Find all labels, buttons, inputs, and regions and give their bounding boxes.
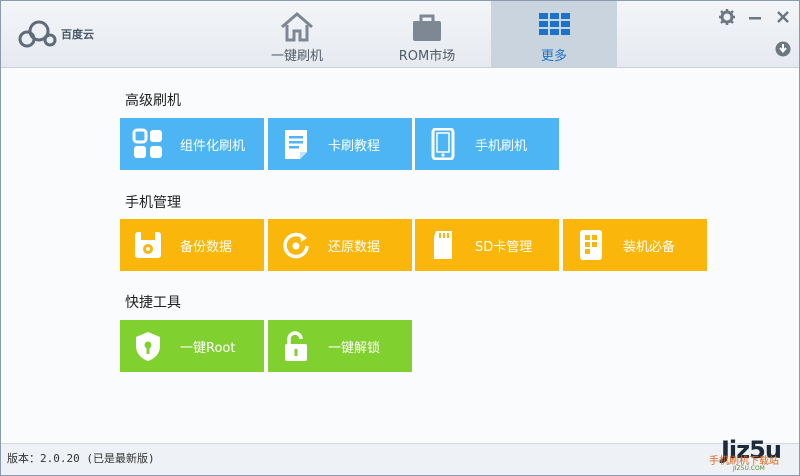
unlock-icon	[285, 331, 307, 361]
one-click-unlock-button[interactable]: 一键解锁	[268, 320, 412, 372]
tab-more[interactable]: 更多	[491, 1, 617, 67]
phone-flash-button[interactable]: 手机刷机	[415, 118, 559, 170]
app-window: 百度云 一键刷机 ROM市场 更多 高级刷机 组件化刷机 卡刷教程 手机刷机 手…	[0, 0, 800, 476]
tab-one-click-flash[interactable]: 一键刷机	[241, 1, 353, 67]
logo-text: 百度云	[61, 28, 94, 41]
version-text: 版本：2.0.20 (已是最新版)	[7, 452, 155, 465]
bag-icon	[413, 14, 441, 41]
section-title-quick-tools: 快捷工具	[125, 295, 181, 311]
close-button[interactable]	[773, 7, 793, 27]
tile-label: 手机刷机	[475, 139, 528, 154]
tile-label: 还原数据	[328, 240, 381, 255]
tab-label: 一键刷机	[270, 49, 323, 64]
download-button[interactable]	[773, 39, 793, 59]
essential-apps-button[interactable]: 装机必备	[563, 219, 707, 271]
tile-label: 一键解锁	[328, 341, 381, 356]
minimize-button[interactable]	[745, 7, 765, 27]
close-icon	[777, 11, 789, 23]
grid-icon	[539, 13, 570, 35]
tab-label: 更多	[540, 49, 567, 64]
tile-label: SD卡管理	[475, 240, 533, 255]
download-icon	[775, 41, 791, 57]
header-bar: 百度云 一键刷机 ROM市场 更多	[1, 1, 799, 68]
shield-lock-icon	[136, 332, 160, 361]
tile-label: 一键Root	[180, 341, 236, 356]
sd-card-manage-button[interactable]: SD卡管理	[415, 219, 559, 271]
tile-label: 装机必备	[623, 240, 676, 255]
status-bar: 版本：2.0.20 (已是最新版) Jiz5u 手机刷机下载站 JIZ5U.CO…	[1, 436, 799, 475]
one-click-root-button[interactable]: 一键Root	[120, 320, 264, 372]
tile-label: 组件化刷机	[180, 139, 246, 154]
restore-icon	[283, 232, 309, 259]
tile-label: 卡刷教程	[328, 139, 381, 154]
tab-rom-market[interactable]: ROM市场	[365, 1, 489, 67]
baidu-cloud-icon	[18, 20, 57, 48]
app-logo: 百度云	[17, 17, 94, 51]
tablet-icon	[431, 128, 455, 160]
component-grid-icon	[132, 128, 162, 158]
watermark-logo: Jiz5u 手机刷机下载站 JIZ5U.COM	[707, 436, 799, 475]
document-icon	[285, 130, 307, 159]
card-flash-tutorial-button[interactable]: 卡刷教程	[268, 118, 412, 170]
section-title-advanced-flash: 高级刷机	[125, 93, 181, 109]
minimize-icon	[749, 17, 761, 20]
restore-data-button[interactable]: 还原数据	[268, 219, 412, 271]
sd-card-icon	[434, 231, 452, 259]
watermark-url: JIZ5U.COM	[733, 465, 765, 472]
backup-data-button[interactable]: 备份数据	[120, 219, 264, 271]
settings-button[interactable]	[717, 7, 737, 27]
section-title-phone-management: 手机管理	[125, 195, 181, 211]
floppy-disk-icon	[135, 232, 161, 258]
tile-label: 备份数据	[180, 240, 233, 255]
home-icon	[281, 12, 313, 42]
tab-label: ROM市场	[398, 49, 456, 64]
component-flash-button[interactable]: 组件化刷机	[120, 118, 264, 170]
gear-icon	[719, 9, 735, 25]
phone-apps-icon	[580, 230, 602, 260]
